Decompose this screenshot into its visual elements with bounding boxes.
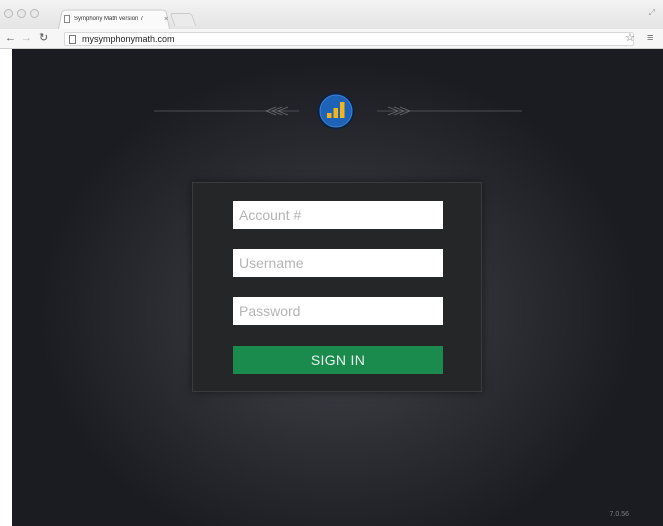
username-input[interactable] bbox=[233, 249, 443, 277]
account-number-input[interactable] bbox=[233, 201, 443, 229]
tab-close-icon[interactable]: × bbox=[162, 16, 170, 23]
zoom-window-icon[interactable] bbox=[30, 9, 39, 18]
menu-icon[interactable]: ≡ bbox=[647, 31, 653, 45]
sign-in-button[interactable]: SIGN IN bbox=[233, 346, 443, 374]
browser-toolbar: ← → ↻ mysymphonymath.com ☆ ≡ bbox=[0, 29, 663, 49]
close-window-icon[interactable] bbox=[4, 9, 13, 18]
web-content: SIGN IN 7.0.56 bbox=[12, 49, 663, 526]
reload-icon[interactable]: ↻ bbox=[39, 31, 48, 45]
new-tab-button[interactable] bbox=[169, 13, 197, 26]
browser-tab-content[interactable]: Symphony Math version 7 × bbox=[64, 12, 170, 26]
address-bar[interactable]: mysymphonymath.com bbox=[64, 32, 634, 46]
star-icon[interactable]: ☆ bbox=[625, 31, 635, 45]
tab-strip: Symphony Math version 7 × ⤢ bbox=[0, 0, 663, 29]
password-input[interactable] bbox=[233, 297, 443, 325]
browser-window: Symphony Math version 7 × ⤢ ← → ↻ mysymp… bbox=[0, 0, 663, 526]
forward-arrow-icon[interactable]: → bbox=[21, 31, 32, 45]
url-text[interactable]: mysymphonymath.com bbox=[82, 33, 175, 45]
login-panel: SIGN IN bbox=[192, 182, 482, 392]
symphony-math-logo-icon bbox=[317, 92, 355, 130]
minimize-window-icon[interactable] bbox=[17, 9, 26, 18]
tab-title: Symphony Math version 7 bbox=[74, 16, 144, 22]
version-label: 7.0.56 bbox=[609, 511, 629, 518]
page-icon bbox=[69, 35, 76, 44]
page-icon bbox=[64, 15, 70, 23]
back-arrow-icon[interactable]: ← bbox=[5, 31, 16, 45]
fullscreen-icon[interactable]: ⤢ bbox=[649, 8, 655, 18]
